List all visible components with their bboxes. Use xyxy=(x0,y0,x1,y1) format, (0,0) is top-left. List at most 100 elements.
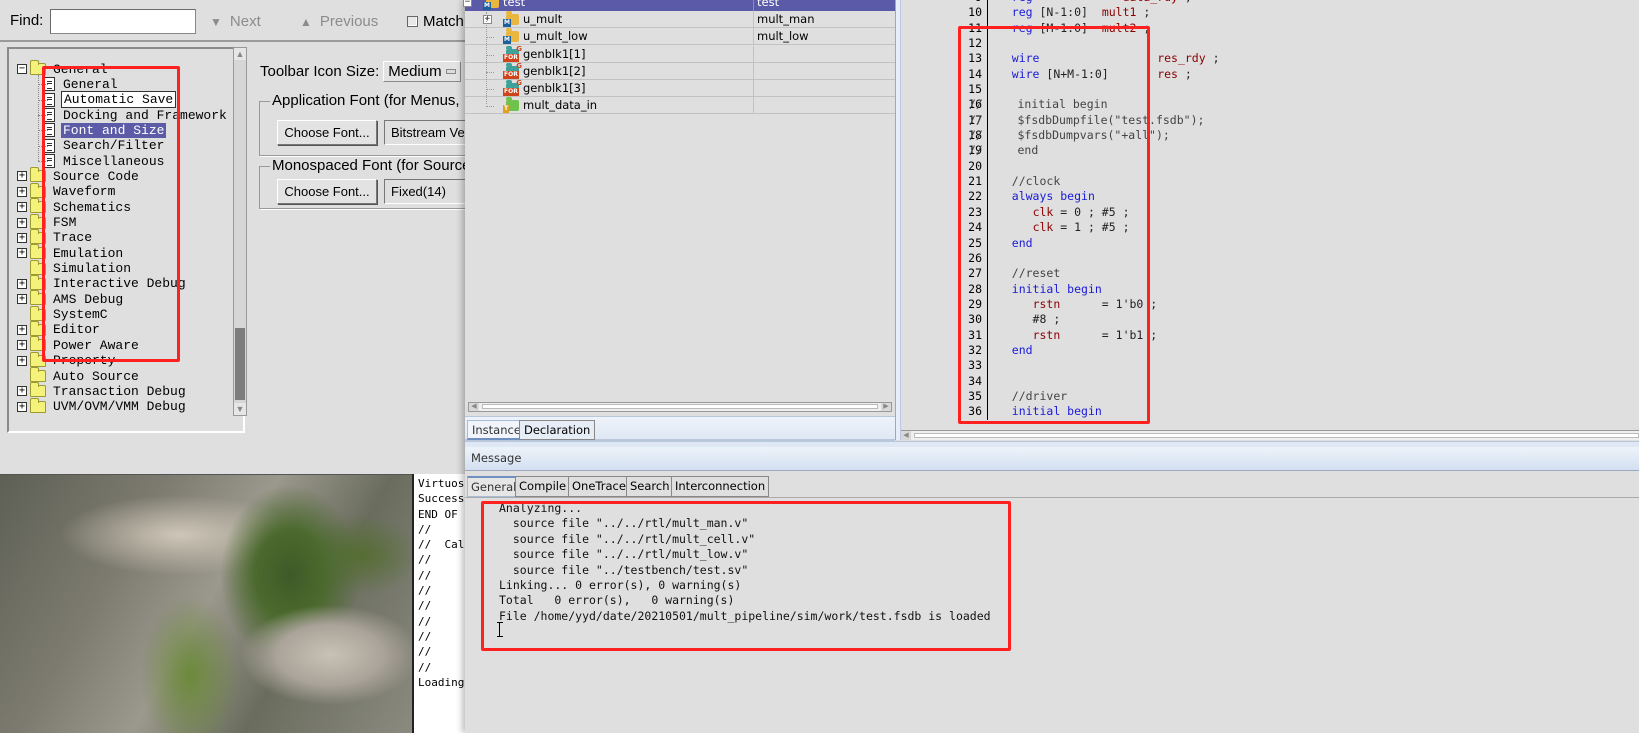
tree-item[interactable]: + Interactive Debug xyxy=(17,274,188,292)
signal-name[interactable]: rstn xyxy=(1033,328,1061,342)
tree-item[interactable]: Miscellaneous xyxy=(44,153,166,169)
tree-item[interactable]: + AMS Debug xyxy=(17,290,125,307)
code-line[interactable] xyxy=(991,374,1220,389)
tree-item[interactable]: + Schematics xyxy=(17,198,133,215)
expand-icon[interactable]: + xyxy=(17,386,27,397)
tree-item[interactable]: + Power Aware xyxy=(17,336,141,353)
code-line[interactable]: initial begin xyxy=(991,404,1220,419)
signal-name[interactable]: res xyxy=(1157,67,1178,81)
expand-icon[interactable]: + xyxy=(483,15,492,25)
code-line[interactable]: always begin xyxy=(991,189,1220,204)
code-line[interactable] xyxy=(991,82,1220,97)
toolbar-icon-size-select[interactable]: Medium xyxy=(383,61,461,82)
collapse-icon[interactable]: − xyxy=(463,0,472,7)
scroll-up-icon[interactable]: ▲ xyxy=(234,48,246,60)
scroll-thumb[interactable] xyxy=(914,433,1639,438)
code-line[interactable]: clk = 1 ; #5 ; xyxy=(991,220,1220,235)
scroll-thumb[interactable] xyxy=(482,404,878,409)
scroll-right-icon[interactable]: ▶ xyxy=(881,403,891,411)
code-line[interactable]: rstn = 1'b0 ; xyxy=(991,297,1220,312)
tree-item[interactable]: Automatic Save xyxy=(44,91,177,109)
expand-icon[interactable]: + xyxy=(17,278,27,289)
signal-name[interactable]: mult1 xyxy=(1102,5,1137,19)
hierarchy-row[interactable]: FOR Ggenblk1[3] xyxy=(465,79,895,97)
tree-item[interactable]: + FSM xyxy=(17,213,78,231)
collapse-icon[interactable]: − xyxy=(17,64,27,74)
tab-onetrace[interactable]: OneTrace xyxy=(568,476,630,497)
code-line[interactable]: reg [N-1:0] mult1 ; xyxy=(991,5,1220,20)
expand-icon[interactable]: + xyxy=(17,202,27,213)
expand-icon[interactable]: + xyxy=(17,401,27,412)
tab-interconnection[interactable]: Interconnection xyxy=(671,476,770,497)
signal-name[interactable]: res_rdy xyxy=(1157,51,1205,65)
scroll-down-icon[interactable]: ▼ xyxy=(234,403,246,415)
tree-item[interactable]: − General xyxy=(17,60,110,77)
tree-item[interactable]: + Emulation xyxy=(17,244,125,261)
hierarchy-horizontal-scrollbar[interactable]: ◀ ▶ xyxy=(468,402,892,412)
code-line[interactable]: wire res_rdy ; xyxy=(991,51,1220,66)
code-line[interactable]: end xyxy=(991,343,1220,358)
code-line[interactable]: // end xyxy=(969,143,1220,158)
tab-declaration[interactable]: Declaration xyxy=(519,420,596,440)
code-line[interactable] xyxy=(991,36,1220,51)
expand-icon[interactable]: + xyxy=(17,355,27,366)
code-line[interactable]: //driver xyxy=(991,389,1220,404)
source-code-panel[interactable]: 9101112131415161718192021222324252627282… xyxy=(901,0,1639,440)
choose-application-font-button[interactable]: Choose Font... xyxy=(277,120,377,145)
tab-search[interactable]: Search xyxy=(626,476,674,497)
find-input[interactable] xyxy=(50,9,196,34)
expand-icon[interactable]: + xyxy=(17,324,27,335)
hierarchy-row[interactable]: Mu_mult_low mult_low xyxy=(465,28,895,46)
tab-compile[interactable]: Compile xyxy=(515,476,571,497)
tree-item[interactable]: + UVM/OVM/VMM Debug xyxy=(17,397,188,415)
code-line[interactable]: //clock xyxy=(991,174,1220,189)
expand-icon[interactable]: + xyxy=(17,217,27,228)
signal-name[interactable]: clk xyxy=(1033,205,1054,219)
tree-item[interactable]: + Trace xyxy=(17,228,94,246)
hierarchy-row[interactable]: FOR Ggenblk1[2] xyxy=(465,62,895,80)
message-log[interactable]: Analyzing... source file "../../rtl/mult… xyxy=(465,497,1639,733)
code-line[interactable] xyxy=(991,251,1220,266)
expand-icon[interactable]: + xyxy=(17,248,27,259)
scroll-thumb[interactable] xyxy=(235,328,245,400)
choose-monospaced-font-button[interactable]: Choose Font... xyxy=(277,179,377,204)
scroll-left-icon[interactable]: ◀ xyxy=(901,431,911,440)
tree-item[interactable]: + Transaction Debug xyxy=(17,382,188,399)
code-line[interactable]: // $fsdbDumpfile("test.fsdb"); xyxy=(969,113,1220,128)
hierarchy-row[interactable]: FOR Ggenblk1[1] xyxy=(465,45,895,63)
tree-item[interactable]: General xyxy=(44,76,120,92)
expand-icon[interactable]: + xyxy=(17,294,27,305)
code-line[interactable]: // initial begin xyxy=(969,97,1220,112)
code-line[interactable]: end xyxy=(991,236,1220,251)
hierarchy-row[interactable]: + Mu_mult mult_man xyxy=(465,11,895,29)
find-previous-button[interactable]: ▲ Previous xyxy=(300,13,378,30)
tab-general[interactable]: General xyxy=(467,476,521,497)
code-line[interactable]: wire [N+M-1:0] res ; xyxy=(991,67,1220,82)
hierarchy-row[interactable]: − Mtest test xyxy=(463,0,895,11)
expand-icon[interactable]: + xyxy=(17,340,27,351)
hierarchy-row[interactable]: Tmult_data_in xyxy=(465,97,895,115)
code-line[interactable]: //reset xyxy=(991,266,1220,281)
tree-item[interactable]: Search/Filter xyxy=(44,138,166,154)
scroll-left-icon[interactable]: ◀ xyxy=(469,403,479,411)
code-line[interactable] xyxy=(991,358,1220,373)
code-line[interactable]: #8 ; xyxy=(991,312,1220,327)
signal-name[interactable]: data_rdy xyxy=(1123,0,1178,4)
find-next-button[interactable]: ▼ Next xyxy=(210,13,261,30)
preferences-tree[interactable]: − General General Automatic Save Docking and… xyxy=(7,47,245,433)
expand-icon[interactable]: + xyxy=(17,186,27,197)
code-line[interactable]: // $fsdbDumpvars("+all"); xyxy=(969,128,1220,143)
tree-item[interactable]: Font and Size xyxy=(44,122,167,138)
tab-instance[interactable]: Instance xyxy=(467,420,526,440)
signal-name[interactable]: clk xyxy=(1033,220,1054,234)
instance-hierarchy-panel[interactable]: − Mtest test + Mu_mult mult_man Mu_mult_low mul… xyxy=(463,0,895,420)
source-code-text[interactable]: reg data_rdy ; reg [N-1:0] mult1 ; reg [… xyxy=(969,0,1220,420)
expand-icon[interactable]: + xyxy=(17,171,27,182)
tree-scrollbar[interactable]: ▲ ▼ xyxy=(233,47,247,416)
signal-name[interactable]: mult2 xyxy=(1102,21,1137,35)
expand-icon[interactable]: + xyxy=(17,232,27,243)
signal-name[interactable]: rstn xyxy=(1033,297,1061,311)
code-line[interactable]: initial begin xyxy=(991,282,1220,297)
code-line[interactable]: clk = 0 ; #5 ; xyxy=(991,205,1220,220)
tree-item[interactable]: Docking and Framework xyxy=(44,107,229,123)
